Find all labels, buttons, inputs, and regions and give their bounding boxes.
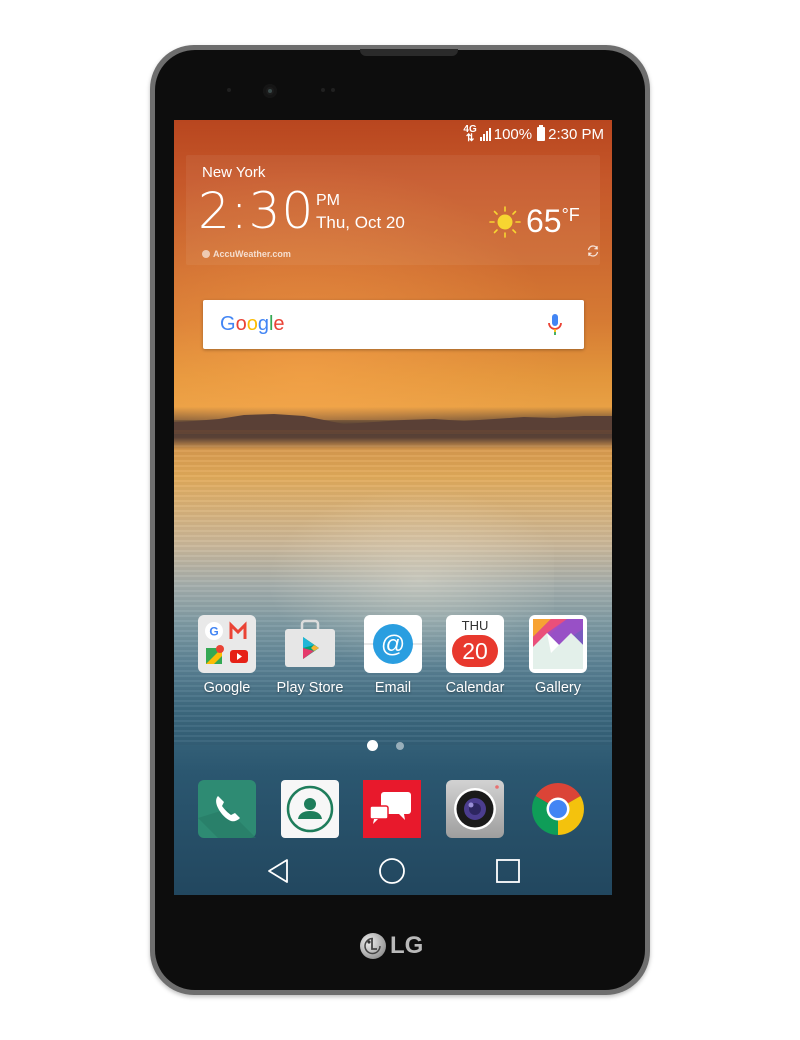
chrome-icon: [532, 783, 584, 835]
play-store-icon: [281, 615, 339, 673]
dock-messaging[interactable]: [363, 780, 421, 838]
app-label: Calendar: [445, 680, 505, 696]
status-bar[interactable]: 4G ⇅ 100% 2:30 PM: [174, 120, 612, 148]
calendar-icon: THU 20: [446, 615, 504, 673]
battery-icon: [537, 125, 546, 141]
weather-source-label: AccuWeather.com: [213, 249, 291, 259]
weather-clock-widget[interactable]: New York 2:30 PM Thu, Oct 20 65°F AccuWe…: [186, 155, 600, 265]
contacts-icon: [281, 780, 339, 838]
page-dot[interactable]: [396, 741, 404, 750]
google-logo-letter: o: [235, 313, 247, 335]
signal-icon: [479, 127, 491, 141]
calendar-day: THU: [461, 618, 489, 633]
status-time: 2:30 PM: [548, 125, 604, 143]
email-icon: @: [364, 615, 422, 673]
svg-text:G: G: [209, 625, 218, 639]
lg-logo-icon: [360, 933, 386, 959]
app-label: Play Store: [276, 680, 344, 696]
recents-button[interactable]: [493, 856, 523, 886]
dock-phone[interactable]: [198, 780, 256, 838]
earpiece-speaker: [360, 49, 458, 56]
sun-icon: [488, 205, 522, 244]
proximity-sensor: [227, 88, 231, 92]
page-dot-active[interactable]: [367, 740, 378, 751]
phone-icon: [198, 780, 256, 838]
clock-ampm: PM: [316, 192, 340, 209]
lg-logo: LG: [360, 932, 423, 960]
app-label: Email: [374, 680, 412, 696]
app-play-store[interactable]: Play Store: [270, 615, 350, 696]
google-logo-letter: e: [273, 313, 285, 335]
calendar-date: 20: [452, 635, 498, 667]
accuweather-icon: [202, 250, 210, 258]
page-indicator[interactable]: [174, 740, 612, 751]
app-google-folder[interactable]: G Google: [187, 615, 267, 696]
dock-contacts[interactable]: [281, 780, 339, 838]
sensor-dot: [331, 88, 335, 92]
gallery-icon: [529, 615, 587, 673]
google-logo-letter: g: [257, 313, 269, 335]
navigation-bar: [174, 848, 612, 895]
home-screen: 4G ⇅ 100% 2:30 PM New York 2:30 PM Thu, O…: [174, 120, 612, 895]
google-logo: Google: [220, 313, 285, 336]
weather-city: New York: [202, 164, 266, 181]
weather-temperature: 65°F: [526, 203, 580, 240]
google-logo-letter: o: [246, 313, 258, 335]
sensor-dot: [321, 88, 325, 92]
back-button[interactable]: [263, 856, 293, 886]
messaging-icon: [363, 780, 421, 838]
lg-brand-text: LG: [390, 932, 424, 959]
google-folder-icon: G: [198, 615, 256, 673]
dock-camera[interactable]: [446, 780, 504, 838]
home-button[interactable]: [377, 856, 407, 886]
temperature-value: 65: [526, 203, 562, 239]
weather-source[interactable]: AccuWeather.com: [202, 249, 291, 259]
microphone-icon[interactable]: [548, 313, 562, 342]
camera-icon: [446, 780, 504, 838]
back-icon: [268, 859, 288, 883]
refresh-icon[interactable]: [586, 244, 600, 263]
dock-chrome[interactable]: [529, 780, 587, 838]
google-logo-letter: G: [220, 313, 236, 335]
svg-text:@: @: [381, 631, 405, 658]
app-email[interactable]: @ Email: [353, 615, 433, 696]
front-camera: [263, 84, 277, 98]
network-4g-icon: 4G ⇅: [463, 124, 477, 144]
temperature-unit: °F: [561, 205, 580, 225]
app-gallery[interactable]: Gallery: [518, 615, 598, 696]
wallpaper-hills: [174, 414, 612, 434]
clock-date: Thu, Oct 20: [316, 213, 405, 232]
app-label: Gallery: [535, 680, 581, 696]
battery-percent: 100%: [493, 125, 533, 143]
home-icon: [379, 858, 405, 884]
clock-time: 2:30: [198, 182, 315, 240]
google-search-bar[interactable]: Google: [203, 300, 584, 349]
app-label: Google: [203, 680, 251, 696]
app-calendar[interactable]: THU 20 Calendar: [435, 615, 515, 696]
recents-icon: [496, 859, 520, 883]
